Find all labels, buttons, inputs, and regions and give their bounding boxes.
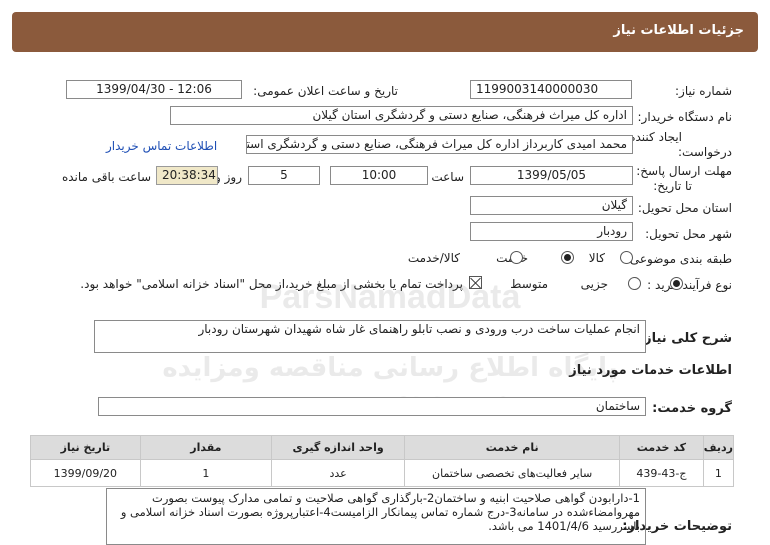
category-radio-service[interactable] [560, 251, 574, 264]
col-quantity: مقدار [139, 435, 272, 460]
creator-field[interactable]: محمد امیدی کاربرداز اداره کل میراث فرهنگ… [246, 135, 633, 154]
category-label: طبقه بندی موضوعی: [625, 252, 732, 266]
table-row[interactable]: 1 ج-43-439 سایر فعالیت‌های تخصصی ساختمان… [30, 459, 735, 487]
buyer-field[interactable]: اداره کل میراث فرهنگی، صنایع دستی و گردش… [170, 106, 633, 125]
payment-text: پرداخت تمام یا بخشی از مبلغ خرید،از محل … [80, 277, 463, 291]
cell-service-name: سایر فعالیت‌های تخصصی ساختمان [404, 459, 621, 487]
description-field[interactable]: انجام عملیات ساخت درب ورودی و نصب تابلو … [94, 320, 646, 353]
cell-need-date: 1399/09/20 [30, 459, 141, 487]
city-field[interactable]: رودبار [470, 222, 633, 241]
deadline-time-field[interactable]: 10:00 [330, 166, 428, 185]
col-need-date: تاریخ نیاز [30, 435, 141, 460]
services-table: ردیف کد خدمت نام خدمت واحد اندازه گیری م… [30, 435, 735, 487]
col-row: ردیف [702, 435, 735, 460]
cell-quantity: 1 [139, 459, 272, 487]
category-radio-goods[interactable] [620, 251, 633, 264]
services-section-title: اطلاعات خدمات مورد نیاز [569, 363, 732, 378]
cell-service-code: ج-43-439 [619, 459, 704, 487]
deadline-date-field[interactable]: 1399/05/05 [470, 166, 633, 185]
category-option-goods: کالا [588, 251, 605, 265]
service-group-field[interactable]: ساختمان [98, 397, 646, 416]
process-label: نوع فرآیند خرید : [647, 278, 732, 292]
page-header: جزئیات اطلاعات نیاز [12, 12, 758, 52]
buyer-contact-link[interactable]: اطلاعات تماس خریدار [106, 139, 217, 153]
table-header-row: ردیف کد خدمت نام خدمت واحد اندازه گیری م… [30, 435, 735, 460]
city-label: شهر محل تحویل: [645, 227, 732, 241]
category-option-goods-service: کالا/خدمت [407, 251, 460, 265]
creator-label-2: درخواست: [678, 145, 732, 159]
cell-unit: عدد [270, 459, 406, 487]
watermark-line2: پایگاه اطلاع رسانی مناقصه ومزایده [162, 352, 617, 383]
payment-checkbox[interactable] [469, 276, 482, 289]
creator-label-1: ایجاد کننده [629, 130, 682, 144]
notes-field[interactable]: 1-دارابودن گواهی صلاحیت ابنیه و ساختمان2… [106, 488, 646, 545]
remaining-time-label: ساعت باقی مانده [61, 170, 151, 184]
col-service-name: نام خدمت [404, 435, 621, 460]
col-service-code: کد خدمت [619, 435, 704, 460]
deadline-time-label: ساعت [431, 170, 464, 184]
process-option-minor: جزیی [580, 277, 608, 291]
col-unit: واحد اندازه گیری [270, 435, 406, 460]
need-number-field[interactable]: 1199003140000030 [470, 80, 632, 99]
need-number-label: شماره نیاز: [675, 84, 732, 98]
process-option-medium: متوسط [510, 277, 548, 291]
announce-date-label: تاریخ و ساعت اعلان عمومی: [253, 84, 398, 98]
buyer-label: نام دستگاه خریدار: [637, 110, 733, 124]
description-label: شرح کلی نیاز: [638, 331, 732, 346]
cell-row: 1 [702, 459, 735, 487]
page-title: جزئیات اطلاعات نیاز [613, 23, 744, 38]
province-label: استان محل تحویل: [637, 201, 732, 215]
days-field[interactable]: 5 [248, 166, 320, 185]
announce-date-field[interactable]: 1399/04/30 - 12:06 [66, 80, 242, 99]
remaining-time-field: 20:38:34 [156, 166, 218, 185]
deadline-label-2: تا تاریخ: [653, 179, 692, 193]
deadline-label-1: مهلت ارسال پاسخ: [636, 164, 732, 178]
service-group-label: گروه خدمت: [652, 401, 732, 416]
province-field[interactable]: گیلان [470, 196, 633, 215]
days-label: روز و [215, 170, 242, 184]
process-radio-medium[interactable] [628, 277, 642, 290]
category-radio-goods-service[interactable] [509, 251, 523, 264]
